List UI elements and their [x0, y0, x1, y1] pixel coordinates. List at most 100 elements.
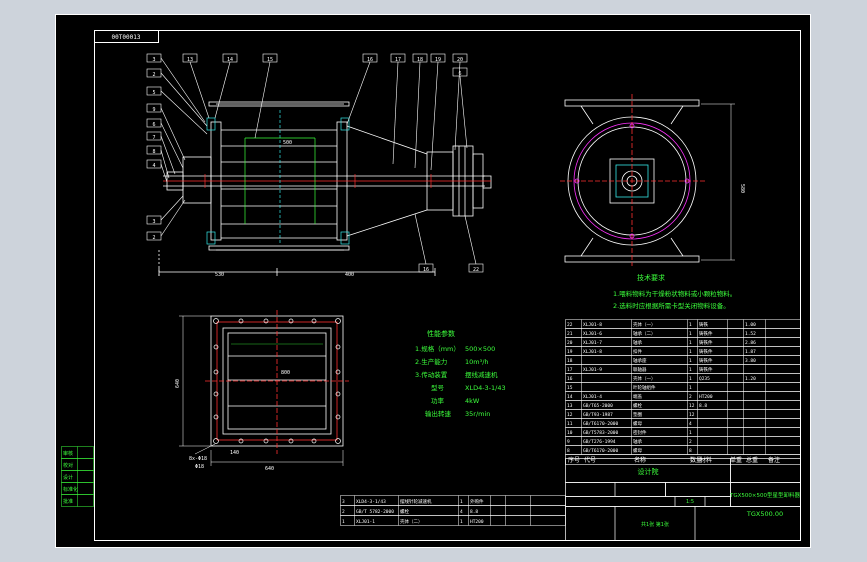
- parts-cell: 轴承: [633, 339, 642, 346]
- plan-dim-width: 800: [281, 370, 290, 376]
- parts-cell: 8: [567, 448, 570, 454]
- parts-cell: 轴承座: [633, 357, 647, 364]
- svg-text:500×500: 500×500: [465, 345, 495, 353]
- plan-small-dim: 140: [230, 450, 239, 456]
- title-tag: 00T00013: [112, 34, 141, 41]
- parts-cell: 1: [689, 358, 692, 364]
- title-drawing-name: TGX500×500型星型卸料器: [729, 491, 800, 499]
- parts-cell: 铸铁件: [699, 366, 713, 373]
- svg-text:5: 5: [152, 90, 155, 96]
- svg-text:15: 15: [267, 57, 273, 63]
- parts-cell: GB/T93-1987: [583, 412, 613, 418]
- parts-cell: 螺栓: [633, 402, 642, 409]
- parts-cell: 14: [567, 394, 573, 400]
- svg-text:1.规格（mm）: 1.规格（mm）: [415, 344, 460, 353]
- drawing-canvas: 00T00013 530 400 500 3 2 5 9 6 7 8 4 3 2…: [55, 14, 811, 548]
- parts-cell: 1.87: [745, 349, 756, 355]
- svg-text:7: 7: [152, 135, 155, 141]
- front-dim-left: 530: [215, 272, 224, 278]
- parts-cell: 17: [567, 367, 573, 373]
- parts-cell: 1: [689, 385, 692, 391]
- parts-cell: 铸铁件: [699, 330, 713, 337]
- tech-note-2: 2.选料时应根据所需卡型关闭物料设备。: [613, 301, 730, 310]
- svg-text:20: 20: [457, 57, 463, 63]
- svg-text:14: 14: [227, 57, 233, 63]
- parts-cell: 18: [567, 358, 573, 364]
- svg-text:19: 19: [435, 57, 441, 63]
- parts-cell: GB/T6170-2000: [583, 448, 619, 454]
- parts-lower-cell: 8.8: [470, 509, 478, 515]
- plan-dim-height: 640: [175, 379, 181, 388]
- parts-cell: GB/T276-1994: [583, 439, 616, 445]
- parts-cell: 21: [567, 331, 573, 337]
- svg-text:4kW: 4kW: [465, 397, 480, 405]
- svg-text:2: 2: [152, 235, 155, 241]
- parts-cell: 铸铁件: [699, 357, 713, 364]
- parts-cell: 10: [567, 430, 573, 436]
- parts-cell: 垫圈: [633, 411, 642, 418]
- title-company: 设计院: [638, 467, 659, 476]
- parts-cell: 13: [567, 403, 573, 409]
- parts-cell: 8.8: [699, 403, 707, 409]
- tech-notes-title: 技术要求: [637, 273, 665, 282]
- svg-text:6: 6: [458, 71, 461, 77]
- parts-cell: 铸铁: [699, 321, 708, 328]
- parts-cell: 12: [689, 403, 695, 409]
- parts-cell: 19: [567, 349, 573, 355]
- parts-cell: 15: [567, 385, 573, 391]
- parts-lower-cell: XLJ01-1: [356, 519, 375, 525]
- parts-cell: 12: [567, 412, 573, 418]
- parts-cell: 4: [689, 421, 692, 427]
- side-strip-label: 批准: [63, 498, 73, 505]
- parts-header-cell: 名称: [634, 456, 646, 464]
- svg-text:摆线减速机: 摆线减速机: [465, 370, 498, 379]
- parts-cell: 1: [689, 340, 692, 346]
- svg-text:18: 18: [417, 57, 423, 63]
- parts-header-cell: 代号: [584, 456, 596, 464]
- parts-cell: 密封件: [633, 429, 647, 436]
- front-dim-inner: 500: [283, 140, 292, 146]
- parts-cell: 铸铁件: [699, 339, 713, 346]
- parts-header-cell: 总重: [746, 456, 758, 464]
- svg-text:型号: 型号: [431, 383, 445, 392]
- side-strip-label: 设计: [63, 474, 73, 481]
- bottom-callout-16: 16: [423, 267, 429, 273]
- svg-text:35r/min: 35r/min: [465, 410, 490, 418]
- parts-cell: 1.52: [745, 331, 756, 337]
- parts-cell: 轴承（二）: [633, 330, 656, 337]
- parts-cell: 1: [689, 430, 692, 436]
- parts-cell: 12: [689, 412, 695, 418]
- plan-dim-bottom: 640: [265, 466, 274, 472]
- parts-lower-cell: HT200: [470, 519, 484, 525]
- parts-cell: GB/T6170-2000: [583, 421, 619, 427]
- svg-text:2: 2: [152, 72, 155, 78]
- svg-text:4: 4: [152, 163, 155, 169]
- parts-lower-cell: 1: [460, 499, 463, 505]
- parts-cell: 2: [689, 394, 692, 400]
- title-drawing-no: TGX500.00: [746, 510, 783, 518]
- parts-header-cell: 单重: [730, 456, 742, 464]
- parts-cell: 1: [689, 376, 692, 382]
- parts-cell: 2: [689, 439, 692, 445]
- parts-lower-cell: 壳体（二）: [400, 518, 423, 525]
- parts-lower-cell: 1: [460, 519, 463, 525]
- parts-cell: 1: [689, 367, 692, 373]
- parts-lower-cell: 摆线针轮减速机: [400, 498, 432, 505]
- svg-text:13: 13: [187, 57, 193, 63]
- parts-cell: 8: [689, 448, 692, 454]
- parts-lower-cell: 2: [342, 509, 345, 515]
- parts-cell: 1: [689, 349, 692, 355]
- svg-text:10m³/h: 10m³/h: [465, 358, 489, 366]
- parts-lower-cell: XLD4-3-1/43: [356, 499, 386, 505]
- parts-cell: Q235: [699, 376, 710, 382]
- title-sheet: 共1张 第1张: [641, 521, 669, 528]
- svg-text:6: 6: [152, 122, 155, 128]
- parts-cell: 铸铁件: [699, 348, 713, 355]
- tech-note-1: 1.喂料物料为干燥粉状物料或小颗粒物料。: [613, 289, 736, 298]
- parts-cell: 轴承: [633, 438, 642, 445]
- side-strip-label: 校对: [63, 462, 73, 469]
- parts-cell: 叶轮轴组件: [633, 384, 656, 391]
- outer-frame: [55, 14, 811, 548]
- parts-cell: 端盖: [633, 393, 642, 400]
- parts-cell: GB/T5783-2000: [583, 430, 619, 436]
